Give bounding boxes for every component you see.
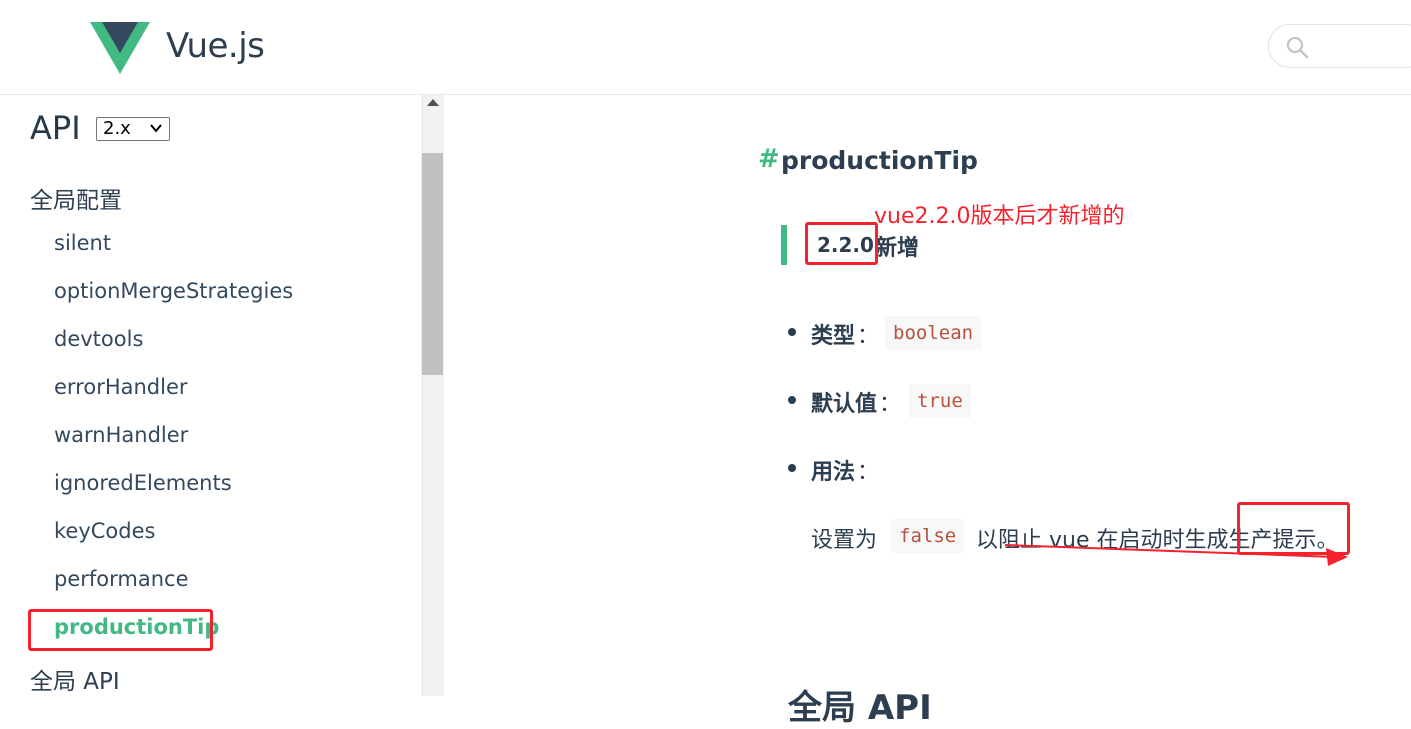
type-label: 类型 — [811, 324, 856, 349]
next-section-heading: 全局 API — [788, 688, 932, 728]
anchor-hash-link[interactable]: # — [758, 144, 780, 174]
vue-logo-icon[interactable] — [90, 22, 150, 74]
tip-new-label: 新增 — [875, 236, 920, 261]
usage-prefix: 设置为 — [811, 528, 878, 553]
scroll-up-arrow-icon[interactable] — [427, 99, 439, 106]
annotation-box-usage — [1237, 502, 1350, 555]
version-select-value: 2.x — [103, 118, 131, 139]
usage-colon: ： — [857, 460, 880, 485]
chevron-down-icon — [150, 124, 162, 133]
brand-name[interactable]: Vue.js — [166, 26, 265, 66]
section-heading: productionTip — [781, 146, 978, 175]
annotation-box-version — [805, 222, 878, 265]
annotation-box-sidebar — [28, 609, 213, 651]
usage-code: false — [891, 519, 965, 553]
sidebar-item-warnhandler[interactable]: warnHandler — [54, 423, 188, 447]
default-value: true — [909, 384, 971, 418]
sidebar-item-errorhandler[interactable]: errorHandler — [54, 375, 188, 399]
bullet-icon — [788, 328, 796, 336]
top-header: Vue.js — [0, 0, 1411, 95]
default-label: 默认值 — [811, 392, 878, 417]
usage-label: 用法 — [811, 460, 856, 485]
sidebar-item-ignoredelements[interactable]: ignoredElements — [54, 471, 232, 495]
sidebar-item-silent[interactable]: silent — [54, 231, 111, 255]
type-value: boolean — [885, 316, 982, 350]
bullet-icon — [788, 396, 796, 404]
annotation-text: vue2.2.0版本后才新增的 — [874, 204, 1125, 229]
sidebar-item-optionmergestrategies[interactable]: optionMergeStrategies — [54, 279, 293, 303]
type-colon: ： — [857, 324, 880, 349]
scroll-thumb[interactable] — [422, 153, 443, 375]
bullet-icon — [788, 464, 796, 472]
version-select[interactable]: 2.x — [96, 117, 170, 141]
default-colon: ： — [879, 392, 902, 417]
tip-accent-bar — [781, 225, 787, 265]
sidebar-scrollbar[interactable] — [421, 95, 444, 696]
sidebar-item-devtools[interactable]: devtools — [54, 327, 143, 351]
search-input[interactable] — [1268, 24, 1411, 68]
search-icon — [1286, 36, 1309, 59]
sidebar-section-global-config[interactable]: 全局配置 — [30, 181, 122, 215]
sidebar-item-keycodes[interactable]: keyCodes — [54, 519, 155, 543]
sidebar-item-performance[interactable]: performance — [54, 567, 189, 591]
sidebar-title: API — [30, 109, 81, 147]
annotation-arrow-icon — [1004, 544, 1348, 566]
sidebar-section-global-api[interactable]: 全局 API — [30, 662, 120, 696]
